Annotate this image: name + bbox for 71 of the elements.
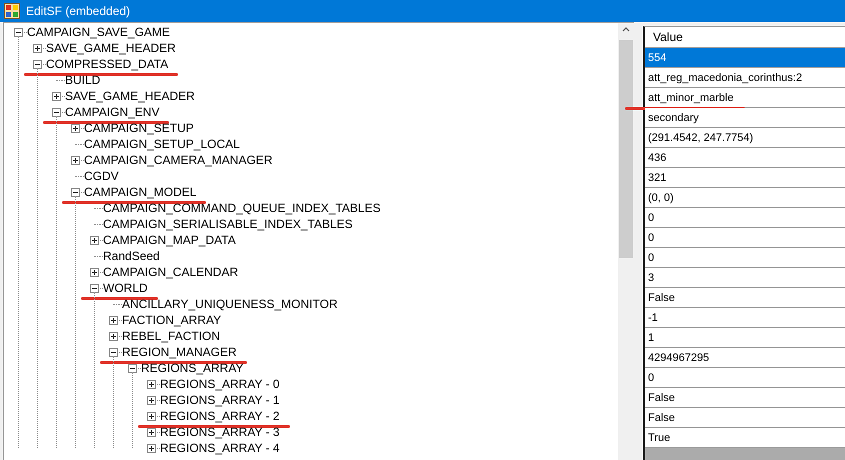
expand-toggle[interactable] <box>90 268 99 276</box>
expand-toggle[interactable] <box>109 316 118 324</box>
expand-toggle[interactable] <box>71 124 80 132</box>
tree-item[interactable]: REGIONS_ARRAY <box>141 361 244 375</box>
tree-item[interactable]: SAVE_GAME_HEADER <box>65 89 195 103</box>
scroll-thumb[interactable] <box>619 40 633 258</box>
value-cell[interactable]: 554 <box>645 48 845 68</box>
column-header[interactable]: Value <box>645 27 845 48</box>
expand-toggle[interactable] <box>147 428 156 436</box>
expand-toggle[interactable] <box>147 412 156 420</box>
value-cell[interactable]: 0 <box>645 368 845 388</box>
tree-item[interactable]: REGION_MANAGER <box>122 345 237 359</box>
tree-item[interactable]: CAMPAIGN_SAVE_GAME <box>27 25 170 39</box>
value-cell[interactable]: att_minor_marble <box>645 88 845 108</box>
collapse-toggle[interactable] <box>14 28 23 36</box>
expand-toggle[interactable] <box>90 236 99 244</box>
expand-toggle[interactable] <box>147 396 156 404</box>
tree-item[interactable]: CAMPAIGN_MAP_DATA <box>103 233 236 247</box>
tree-item[interactable]: SAVE_GAME_HEADER <box>46 41 176 55</box>
tree-item[interactable]: CAMPAIGN_COMMAND_QUEUE_INDEX_TABLES <box>103 201 381 215</box>
expand-toggle[interactable] <box>71 156 80 164</box>
value-cell[interactable]: 0 <box>645 208 845 228</box>
tree-item[interactable]: CAMPAIGN_ENV <box>65 105 160 119</box>
tree-item[interactable]: WORLD <box>103 281 148 295</box>
value-cell[interactable]: (291.4542, 247.7754) <box>645 128 845 148</box>
expand-toggle[interactable] <box>52 92 61 100</box>
tree-item[interactable]: REGIONS_ARRAY - 4 <box>160 441 280 455</box>
tree-item[interactable]: RandSeed <box>103 249 160 263</box>
value-cell[interactable]: True <box>645 428 845 448</box>
collapse-toggle[interactable] <box>128 364 137 372</box>
tree-item[interactable]: CAMPAIGN_SETUP_LOCAL <box>84 137 240 151</box>
tree-item[interactable]: REGIONS_ARRAY - 0 <box>160 377 280 391</box>
tree-item[interactable]: CAMPAIGN_SERIALISABLE_INDEX_TABLES <box>103 217 353 231</box>
tree-item[interactable]: COMPRESSED_DATA <box>46 57 168 71</box>
expand-toggle[interactable] <box>147 380 156 388</box>
tree-item[interactable]: REGIONS_ARRAY - 2 <box>160 409 280 423</box>
value-cell[interactable]: att_reg_macedonia_corinthus:2 <box>645 68 845 88</box>
expand-toggle[interactable] <box>109 332 118 340</box>
tree-item[interactable]: REGIONS_ARRAY - 1 <box>160 393 280 407</box>
value-cell[interactable]: secondary <box>645 108 845 128</box>
tree-item[interactable]: REBEL_FACTION <box>122 329 220 343</box>
tree-item[interactable]: CAMPAIGN_MODEL <box>84 185 196 199</box>
value-cell[interactable]: (0, 0) <box>645 188 845 208</box>
value-cell[interactable]: 321 <box>645 168 845 188</box>
window-title: EditSF (embedded) <box>26 4 130 18</box>
tree-item[interactable]: BUILD <box>65 73 100 87</box>
collapse-toggle[interactable] <box>52 108 61 116</box>
tree-item[interactable]: ANCILLARY_UNIQUENESS_MONITOR <box>122 297 338 311</box>
expand-toggle[interactable] <box>33 44 42 52</box>
value-cell[interactable]: False <box>645 408 845 428</box>
tree-item[interactable]: FACTION_ARRAY <box>122 313 222 327</box>
collapse-toggle[interactable] <box>71 188 80 196</box>
value-cell[interactable]: 3 <box>645 268 845 288</box>
tree-item[interactable]: CAMPAIGN_CAMERA_MANAGER <box>84 153 272 167</box>
expand-toggle[interactable] <box>147 444 156 452</box>
collapse-toggle[interactable] <box>33 60 42 68</box>
value-cell[interactable]: 1 <box>645 328 845 348</box>
value-cell[interactable]: False <box>645 288 845 308</box>
value-cell[interactable]: 4294967295 <box>645 348 845 368</box>
tree-item[interactable]: CAMPAIGN_CALENDAR <box>103 265 238 279</box>
value-cell[interactable]: 436 <box>645 148 845 168</box>
tree-item[interactable]: CAMPAIGN_SETUP <box>84 121 194 135</box>
value-cell[interactable]: False <box>645 388 845 408</box>
tree-item[interactable]: REGIONS_ARRAY - 3 <box>160 425 280 439</box>
value-cell[interactable]: 0 <box>645 228 845 248</box>
value-cell[interactable]: 0 <box>645 248 845 268</box>
tree-item[interactable]: CGDV <box>84 169 119 183</box>
collapse-toggle[interactable] <box>109 348 118 356</box>
app-icon <box>4 3 20 19</box>
value-cell[interactable]: -1 <box>645 308 845 328</box>
collapse-toggle[interactable] <box>90 284 99 292</box>
